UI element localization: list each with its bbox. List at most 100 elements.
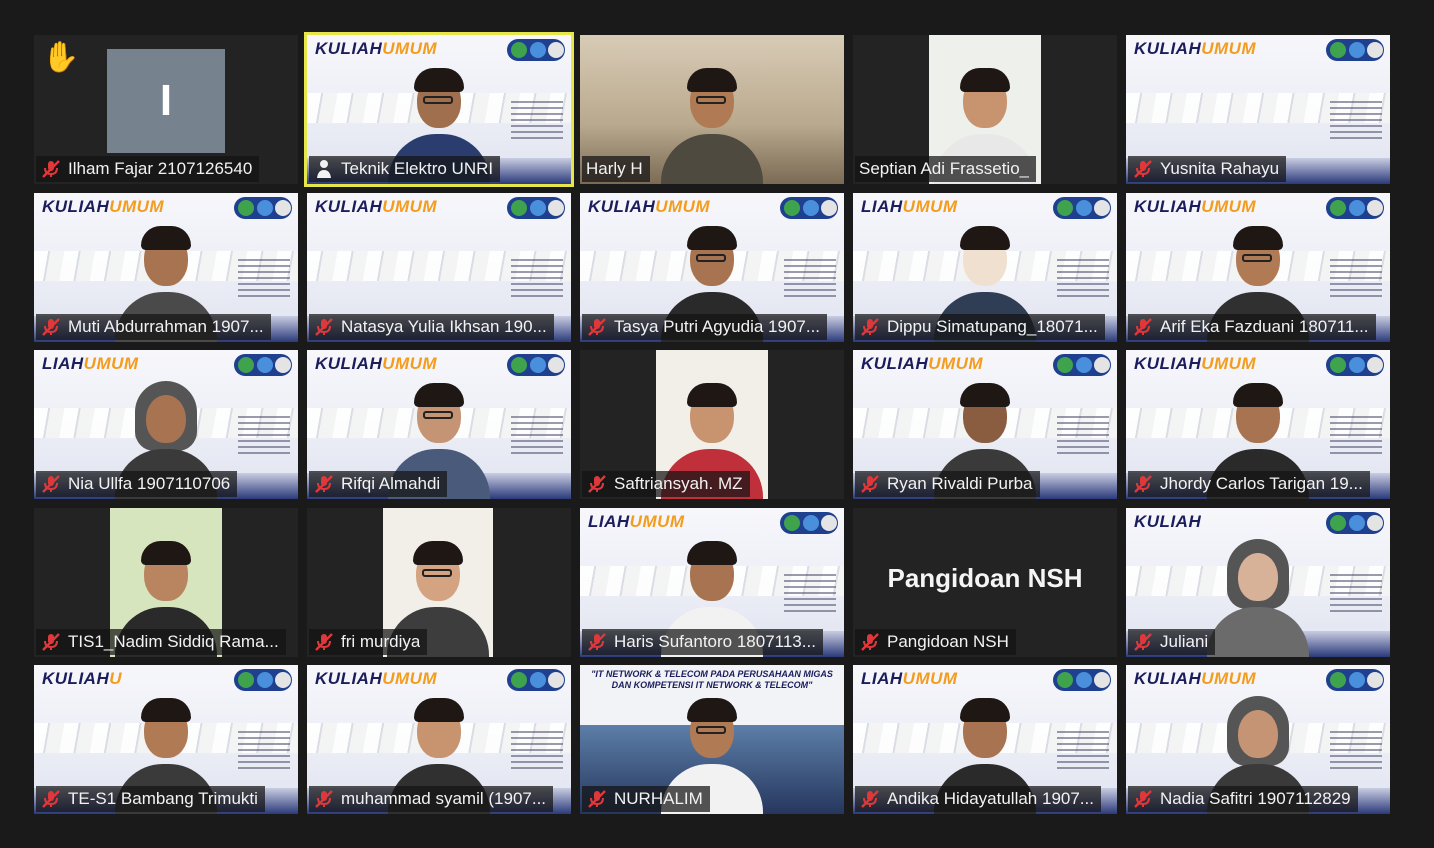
slide-title: LIAHUMUM [42, 354, 139, 373]
participant-tile[interactable]: KULIAHUMUM Muti Abdurrahman 1907... [34, 193, 298, 342]
participant-name: Nadia Safitri 1907112829 [1160, 789, 1351, 808]
logos-icon [507, 354, 565, 376]
slide-title: KULIAHUMUM [1134, 197, 1257, 216]
slide-title: LIAHUMUM [588, 512, 685, 531]
mic-off-icon [40, 158, 62, 180]
slide-title: KULIAHU [42, 669, 122, 688]
participant-tile[interactable]: LIAHUMUM Andika Hidayatullah 1907... [853, 665, 1117, 814]
logos-icon [507, 669, 565, 691]
logos-icon [780, 197, 838, 219]
participant-tile[interactable]: KULIAHUMUM Tasya Putri Agyudia 1907... [580, 193, 844, 342]
participant-name: muhammad syamil (1907... [341, 789, 547, 808]
logos-icon [1326, 39, 1384, 61]
participant-name-label: Nia Ullfa 1907110706 [36, 471, 238, 497]
logos-icon [1053, 197, 1111, 219]
participant-tile[interactable]: Saftriansyah. MZ [580, 350, 844, 499]
participant-name: fri murdiya [341, 632, 421, 651]
participant-name: Muti Abdurrahman 1907... [68, 317, 264, 336]
participant-tile[interactable]: KULIAHUMUM muhammad syamil (1907... [307, 665, 571, 814]
participant-video [657, 66, 767, 184]
slide-title: KULIAHUMUM [315, 197, 438, 216]
participant-name-label: Yusnita Rahayu [1128, 156, 1287, 182]
participant-tile[interactable]: KULIAHUMUM Natasya Yulia Ikhsan 190... [307, 193, 571, 342]
mic-off-icon [313, 631, 335, 653]
participant-tile[interactable]: Pangidoan NSH Pangidoan NSH [853, 508, 1117, 657]
logos-icon [507, 197, 565, 219]
participant-tile[interactable]: KULIAH Juliani [1126, 508, 1390, 657]
participant-name-label: Ryan Rivaldi Purba [855, 471, 1040, 497]
participant-tile[interactable]: Septian Adi Frassetio_ [853, 35, 1117, 184]
participant-tile[interactable]: LIAHUMUM Dippu Simatupang_18071... [853, 193, 1117, 342]
participant-name-label: muhammad syamil (1907... [309, 786, 554, 812]
slide-title: LIAHUMUM [861, 669, 958, 688]
slide-title: KULIAHUMUM [315, 669, 438, 688]
mic-off-icon [586, 631, 608, 653]
mic-off-icon [586, 788, 608, 810]
participant-tile[interactable]: "IT NETWORK & TELECOM PADA PERUSAHAAN MI… [580, 665, 844, 814]
participant-name-label: Ilham Fajar 2107126540 [36, 156, 260, 182]
participant-name: Yusnita Rahayu [1160, 159, 1280, 178]
participant-tile[interactable]: KULIAHUMUM Yusnita Rahayu [1126, 35, 1390, 184]
slide-title: KULIAHUMUM [315, 354, 438, 373]
participant-name: Jhordy Carlos Tarigan 19... [1160, 474, 1363, 493]
gallery-grid: I ✋ Ilham Fajar 2107126540 KULIAHUMUM Teknik… [0, 0, 1434, 848]
mic-off-icon [40, 788, 62, 810]
slide-title: LIAHUMUM [861, 197, 958, 216]
slide-title: KULIAHUMUM [315, 39, 438, 58]
participant-tile[interactable]: fri murdiya [307, 508, 571, 657]
participant-name: Dippu Simatupang_18071... [887, 317, 1098, 336]
slide-title: KULIAHUMUM [588, 197, 711, 216]
participant-tile[interactable]: TIS1_Nadim Siddiq Rama... [34, 508, 298, 657]
participant-tile[interactable]: LIAHUMUM Haris Sufantoro 1807113... [580, 508, 844, 657]
participant-tile[interactable]: Harly H [580, 35, 844, 184]
participant-name-label: Haris Sufantoro 1807113... [582, 629, 823, 655]
participant-name: Rifqi Almahdi [341, 474, 441, 493]
mic-off-icon [1132, 158, 1154, 180]
mic-off-icon [40, 473, 62, 495]
participant-name-label: Septian Adi Frassetio_ [855, 156, 1037, 182]
logos-icon [780, 512, 838, 534]
participant-tile[interactable]: KULIAHUMUM Teknik Elektro UNRI [304, 32, 574, 187]
participant-name-label: Muti Abdurrahman 1907... [36, 314, 271, 340]
participant-name-label: Nadia Safitri 1907112829 [1128, 786, 1358, 812]
mic-off-icon [1132, 631, 1154, 653]
participant-name-label: Pangidoan NSH [855, 629, 1016, 655]
participant-name-label: Harly H [582, 156, 650, 182]
participant-tile[interactable]: KULIAHUMUM Ryan Rivaldi Purba [853, 350, 1117, 499]
participant-display-name: Pangidoan NSH [887, 563, 1083, 593]
mic-off-icon [40, 631, 62, 653]
participant-tile[interactable]: KULIAHUMUM Nadia Safitri 1907112829 [1126, 665, 1390, 814]
logos-icon [1053, 354, 1111, 376]
participant-name-label: NURHALIM [582, 786, 710, 812]
mic-off-icon [586, 473, 608, 495]
logos-icon [234, 354, 292, 376]
participant-name: Pangidoan NSH [887, 632, 1009, 651]
mic-off-icon [859, 631, 881, 653]
participant-tile[interactable]: KULIAHUMUM Jhordy Carlos Tarigan 19... [1126, 350, 1390, 499]
participant-video [1203, 539, 1313, 657]
logos-icon [1053, 669, 1111, 691]
participant-name: Harly H [586, 159, 643, 178]
participant-tile[interactable]: KULIAHUMUM Rifqi Almahdi [307, 350, 571, 499]
participant-tile[interactable]: I ✋ Ilham Fajar 2107126540 [34, 35, 298, 184]
participant-tile[interactable]: KULIAHU TE-S1 Bambang Trimukti [34, 665, 298, 814]
participant-name: Haris Sufantoro 1807113... [614, 632, 816, 651]
participant-name: Natasya Yulia Ikhsan 190... [341, 317, 547, 336]
participant-name: Ilham Fajar 2107126540 [68, 159, 253, 178]
participant-name: NURHALIM [614, 789, 703, 808]
mic-off-icon [1132, 316, 1154, 338]
participant-name-label: Tasya Putri Agyudia 1907... [582, 314, 828, 340]
participant-tile[interactable]: KULIAHUMUM Arif Eka Fazduani 180711... [1126, 193, 1390, 342]
logos-icon [234, 669, 292, 691]
mic-off-icon [313, 473, 335, 495]
mic-off-icon [586, 316, 608, 338]
mic-off-icon [859, 788, 881, 810]
participant-tile[interactable]: LIAHUMUM Nia Ullfa 1907110706 [34, 350, 298, 499]
participant-name: TE-S1 Bambang Trimukti [68, 789, 258, 808]
mic-off-icon [1132, 788, 1154, 810]
mic-off-icon [40, 316, 62, 338]
mic-off-icon [313, 316, 335, 338]
slide-title: KULIAHUMUM [1134, 354, 1257, 373]
participant-name: Saftriansyah. MZ [614, 474, 743, 493]
logos-icon [507, 39, 565, 61]
